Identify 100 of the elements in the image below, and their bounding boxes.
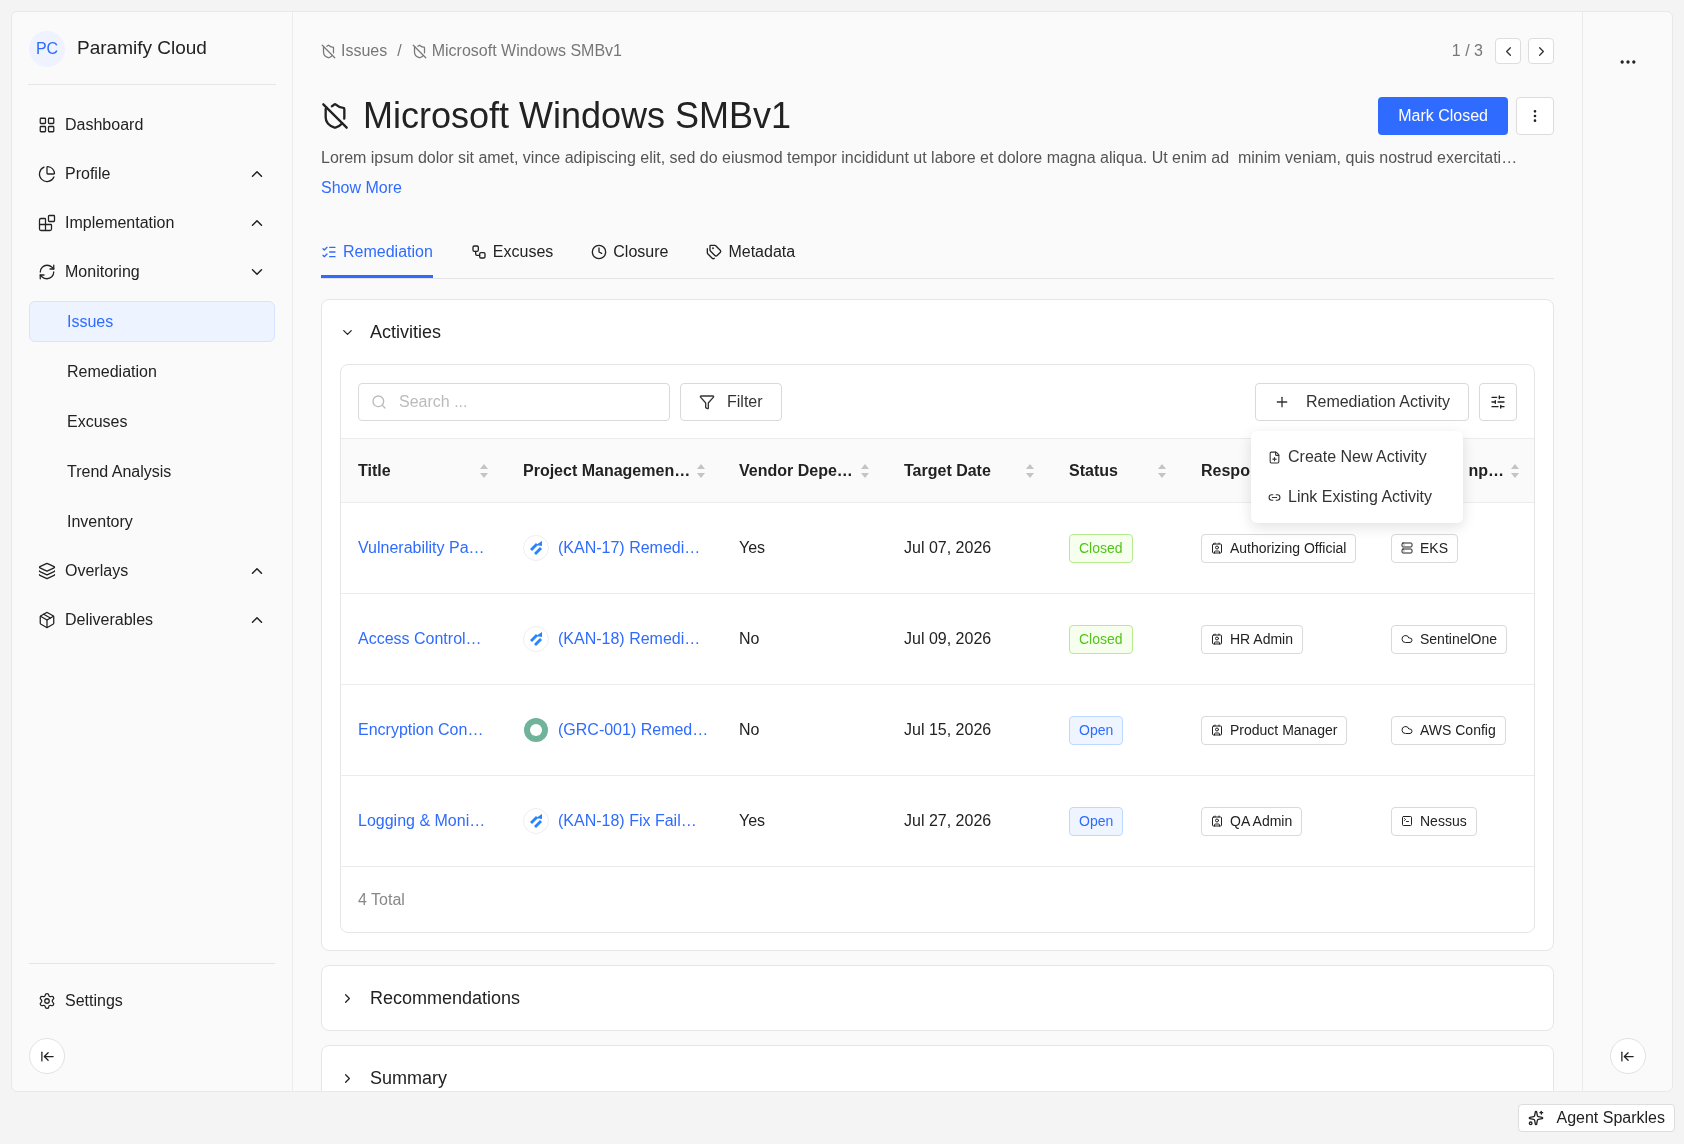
settings-icon [38, 992, 56, 1010]
role-tag: Product Manager [1201, 715, 1348, 745]
column-header[interactable]: Target Date [887, 439, 1052, 502]
collapse-button[interactable] [29, 1038, 65, 1074]
component-tag: SentinelOne [1391, 624, 1508, 654]
ticket-link[interactable]: (KAN-18) Fix Fail… [558, 809, 697, 833]
component-tag: AWS Config [1391, 715, 1506, 745]
role-tag: HR Admin [1201, 624, 1304, 654]
ticket-link[interactable]: (GRC-001) Remed… [558, 718, 709, 742]
shield-off-icon [321, 43, 336, 59]
previous-button[interactable] [1495, 38, 1521, 64]
sidebar-subitem[interactable]: Trend Analysis [29, 451, 275, 492]
sidebar-subitem[interactable]: Remediation [29, 351, 275, 392]
avatar: PC [29, 30, 65, 67]
sidebar-subitem[interactable]: Excuses [29, 401, 275, 442]
sidebar-item[interactable]: Overlays [29, 551, 275, 591]
component-tag: Nessus [1391, 806, 1477, 836]
table-cell: Yes [739, 539, 766, 556]
cloud-icon [1401, 633, 1413, 645]
status-tag: Closed [1069, 624, 1133, 654]
section-title[interactable]: Activities [370, 318, 441, 346]
blocks-icon [38, 214, 56, 232]
breadcrumb-link[interactable]: Issues [321, 39, 388, 63]
shield-off-icon [411, 43, 427, 59]
add-activity-button[interactable]: Remediation Activity [1254, 382, 1469, 421]
status-tag: Open [1069, 806, 1124, 836]
tab[interactable]: Remediation [321, 232, 433, 278]
search-icon [371, 393, 387, 410]
sidebar-item[interactable]: Profile [29, 154, 275, 194]
sliders-icon [1490, 393, 1506, 410]
sidebar-subitem[interactable]: Issues [29, 301, 275, 342]
file-plus-icon [1268, 450, 1281, 464]
jira-icon [523, 535, 549, 561]
page-title: Microsoft Windows SMBv1 [363, 94, 793, 138]
table-cell: No [739, 721, 760, 738]
refresh-icon [38, 263, 56, 281]
table-cell: Jul 09, 2026 [904, 630, 992, 647]
section-title[interactable]: Summary [370, 1064, 447, 1091]
tab[interactable]: Closure [591, 232, 669, 278]
pager-count: 1 / 3 [1451, 41, 1483, 61]
terminal-icon [1401, 815, 1413, 827]
server-icon [1401, 542, 1413, 554]
column-header[interactable]: Status [1052, 439, 1184, 502]
tag-icon [706, 243, 723, 260]
total-count: 4 Total [358, 889, 405, 910]
collapse-button[interactable] [1609, 1038, 1646, 1074]
table-cell: Jul 27, 2026 [904, 812, 992, 829]
breadcrumb-link[interactable]: Microsoft Windows SMBv1 [411, 39, 622, 63]
sidebar-item[interactable]: Deliverables [29, 600, 275, 640]
title-link[interactable]: Vulnerability Pa… [358, 539, 485, 556]
column-header[interactable]: Title [341, 439, 506, 502]
column-header[interactable]: Vendor Depe… [722, 439, 887, 502]
mark-closed-button[interactable]: Mark Closed [1378, 97, 1508, 135]
app-title: Paramify Cloud [77, 36, 207, 61]
tab[interactable]: Metadata [706, 232, 796, 278]
cloud-icon [1401, 724, 1413, 736]
package-icon [38, 611, 56, 629]
sparkles-icon [1528, 1110, 1545, 1126]
menu-item[interactable]: Create New Activity [1251, 437, 1463, 477]
contact-icon [1211, 815, 1223, 827]
column-header[interactable]: Project Managemen… [506, 439, 722, 502]
sidebar-item[interactable]: Settings [29, 981, 275, 1021]
table-cell: No [739, 630, 760, 647]
table-cell: Jul 07, 2026 [904, 539, 992, 556]
settings-button[interactable] [1479, 382, 1517, 421]
table-cell: Jul 15, 2026 [904, 721, 992, 738]
contact-icon [1211, 724, 1223, 736]
table-cell: Yes [739, 812, 766, 829]
sidebar-item[interactable]: Implementation [29, 203, 275, 243]
pie-chart-icon [38, 165, 56, 183]
avatar-icon [523, 717, 549, 743]
sidebar-item[interactable]: Monitoring [29, 252, 275, 292]
tab[interactable]: Excuses [470, 232, 554, 278]
status-tag: Open [1069, 715, 1124, 745]
shield-off-icon [321, 102, 349, 130]
title-link[interactable]: Encryption Con… [358, 721, 484, 738]
role-tag: QA Admin [1201, 806, 1303, 836]
layers-icon [38, 562, 56, 580]
filter-button[interactable]: Filter [680, 382, 782, 421]
title-link[interactable]: Logging & Moni… [358, 812, 486, 829]
breadcrumb-separator: / [397, 41, 402, 61]
show-more-link[interactable]: Show More [321, 176, 402, 200]
ticket-link[interactable]: (KAN-18) Remedi… [558, 627, 701, 651]
menu-item[interactable]: Link Existing Activity [1251, 477, 1463, 517]
next-button[interactable] [1528, 38, 1554, 64]
sidebar-item[interactable]: Dashboard [29, 105, 275, 145]
clock-icon [591, 243, 608, 260]
section-title[interactable]: Recommendations [370, 984, 521, 1012]
ticket-link[interactable]: (KAN-17) Remedi… [558, 536, 701, 560]
agent-button[interactable]: Agent Sparkles [1518, 1104, 1675, 1132]
contact-icon [1211, 542, 1223, 554]
jira-icon [523, 808, 549, 834]
jira-icon [523, 626, 549, 652]
flow-icon [470, 243, 487, 260]
column-header[interactable]: np… [1468, 439, 1534, 502]
contact-icon [1211, 633, 1223, 645]
title-link[interactable]: Access Control… [358, 630, 482, 647]
sidebar-subitem[interactable]: Inventory [29, 501, 275, 542]
grid-icon [38, 116, 56, 134]
filter-icon [699, 393, 715, 410]
